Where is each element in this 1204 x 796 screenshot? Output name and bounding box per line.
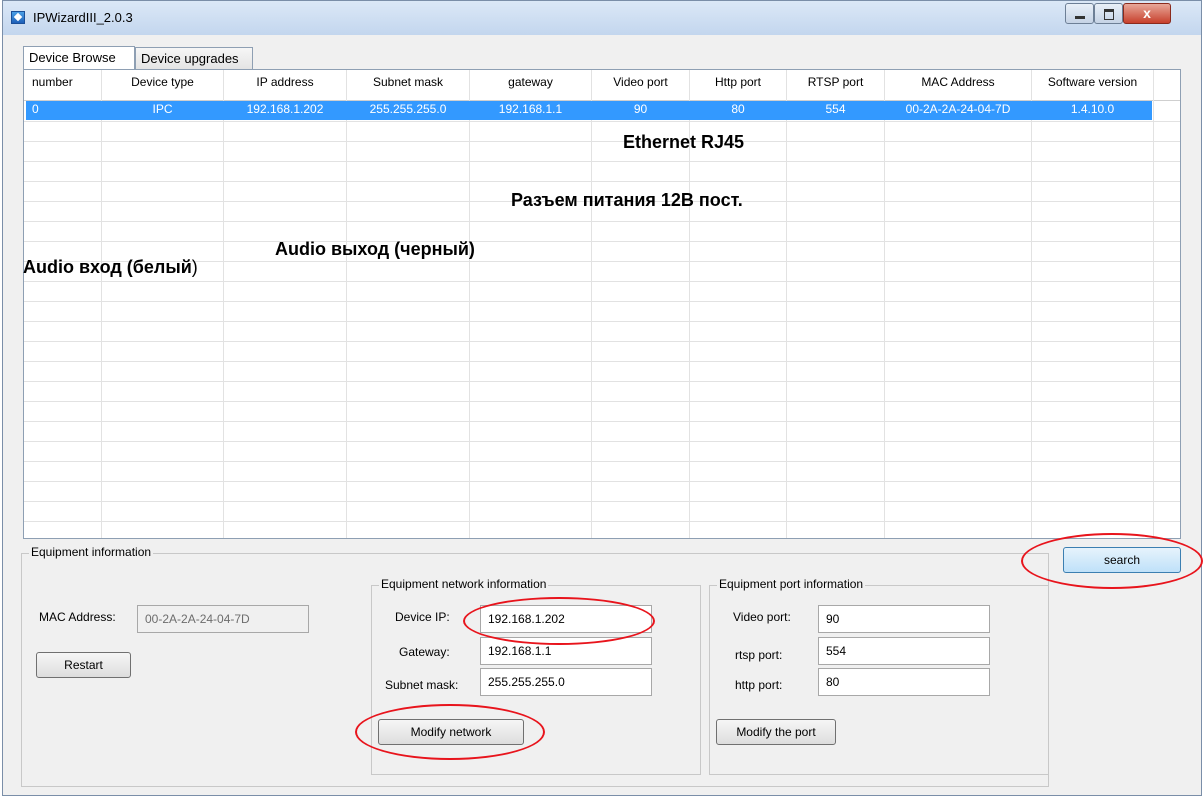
cell-software-version[interactable]: 1.4.10.0: [1032, 102, 1153, 116]
device-ip-label: Device IP:: [395, 610, 450, 624]
grid-line: [24, 461, 1180, 462]
grid-line: [24, 441, 1180, 442]
col-header-video-port[interactable]: Video port: [592, 75, 689, 89]
grid-line: [24, 501, 1180, 502]
cell-http-port[interactable]: 80: [690, 102, 786, 116]
grid-line: [24, 381, 1180, 382]
port-information-title: Equipment port information: [717, 577, 866, 591]
cell-video-port[interactable]: 90: [592, 102, 689, 116]
tab-device-browse[interactable]: Device Browse: [23, 46, 135, 69]
col-header-subnet-mask[interactable]: Subnet mask: [347, 75, 469, 89]
annotation-audio-in-paren: ): [191, 257, 198, 277]
device-table[interactable]: number Device type IP address Subnet mas…: [23, 69, 1181, 539]
http-port-label: http port:: [735, 678, 783, 692]
grid-line: [223, 70, 224, 538]
grid-line: [24, 161, 1180, 162]
gateway-label: Gateway:: [399, 645, 450, 659]
cell-mac-address[interactable]: 00-2A-2A-24-04-7D: [885, 102, 1031, 116]
grid-line: [24, 421, 1180, 422]
annotation-ethernet: Ethernet RJ45: [623, 132, 745, 152]
annotation-power: Разъем питания 12В пост.: [511, 190, 743, 210]
minimize-button[interactable]: [1065, 3, 1094, 24]
close-button[interactable]: x: [1123, 3, 1171, 24]
grid-line: [24, 141, 1180, 142]
grid-line: [24, 481, 1180, 482]
grid-line: [24, 401, 1180, 402]
grid-line: [24, 241, 1180, 242]
cell-rtsp-port[interactable]: 554: [787, 102, 884, 116]
grid-line: [1031, 70, 1032, 538]
maximize-button[interactable]: [1094, 3, 1123, 24]
cell-device-type[interactable]: IPC: [102, 102, 223, 116]
cell-gateway[interactable]: 192.168.1.1: [470, 102, 591, 116]
mac-address-label: MAC Address:: [39, 610, 116, 624]
grid-line: [24, 301, 1180, 302]
col-header-device-type[interactable]: Device type: [102, 75, 223, 89]
annotation-audio-in-text: Audio вход (белый: [23, 257, 192, 277]
cell-ip-address[interactable]: 192.168.1.202: [224, 102, 346, 116]
grid-line: [24, 521, 1180, 522]
col-header-mac-address[interactable]: MAC Address: [885, 75, 1031, 89]
rtsp-port-field[interactable]: 554: [818, 637, 990, 665]
close-icon: x: [1143, 5, 1151, 21]
network-information-title: Equipment network information: [379, 577, 549, 591]
cell-subnet-mask[interactable]: 255.255.255.0: [347, 102, 469, 116]
annotation-audio-out: Audio выход (черный): [275, 239, 475, 259]
grid-line: [24, 341, 1180, 342]
grid-line: [786, 70, 787, 538]
highlight-oval-device-ip: [463, 597, 655, 645]
grid-line: [591, 70, 592, 538]
http-port-field[interactable]: 80: [818, 668, 990, 696]
rtsp-port-label: rtsp port:: [735, 648, 783, 662]
grid-line: [346, 70, 347, 538]
tab-device-upgrades[interactable]: Device upgrades: [135, 47, 253, 69]
grid-line: [469, 70, 470, 538]
restart-button[interactable]: Restart: [36, 652, 131, 678]
col-header-rtsp-port[interactable]: RTSP port: [787, 75, 884, 89]
cell-number[interactable]: 0: [32, 102, 39, 116]
title-bar[interactable]: IPWizardIII_2.0.3 x: [3, 1, 1201, 35]
grid-line: [884, 70, 885, 538]
subnet-mask-label: Subnet mask:: [385, 678, 459, 692]
grid-line: [24, 181, 1180, 182]
grid-line: [24, 361, 1180, 362]
subnet-mask-field[interactable]: 255.255.255.0: [480, 668, 652, 696]
equipment-information-title: Equipment information: [29, 545, 154, 559]
col-header-ip-address[interactable]: IP address: [224, 75, 346, 89]
mac-address-field[interactable]: 00-2A-2A-24-04-7D: [137, 605, 309, 633]
grid-line: [1153, 70, 1154, 538]
col-header-http-port[interactable]: Http port: [690, 75, 786, 89]
modify-port-button[interactable]: Modify the port: [716, 719, 836, 745]
grid-line: [24, 321, 1180, 322]
grid-line: [101, 70, 102, 538]
col-header-number[interactable]: number: [32, 75, 73, 89]
highlight-oval-modify-network: [355, 704, 545, 760]
grid-line: [24, 121, 1180, 122]
highlight-oval-search: [1021, 533, 1203, 589]
window-title: IPWizardIII_2.0.3: [33, 10, 133, 25]
video-port-field[interactable]: 90: [818, 605, 990, 633]
grid-line: [24, 281, 1180, 282]
app-window: IPWizardIII_2.0.3 x Device Browse Device…: [2, 0, 1203, 796]
col-header-gateway[interactable]: gateway: [470, 75, 591, 89]
annotation-audio-in: Audio вход (белый): [23, 257, 198, 278]
grid-line: [24, 221, 1180, 222]
app-icon: [11, 11, 25, 24]
video-port-label: Video port:: [733, 610, 791, 624]
col-header-software-version[interactable]: Software version: [1032, 75, 1153, 89]
